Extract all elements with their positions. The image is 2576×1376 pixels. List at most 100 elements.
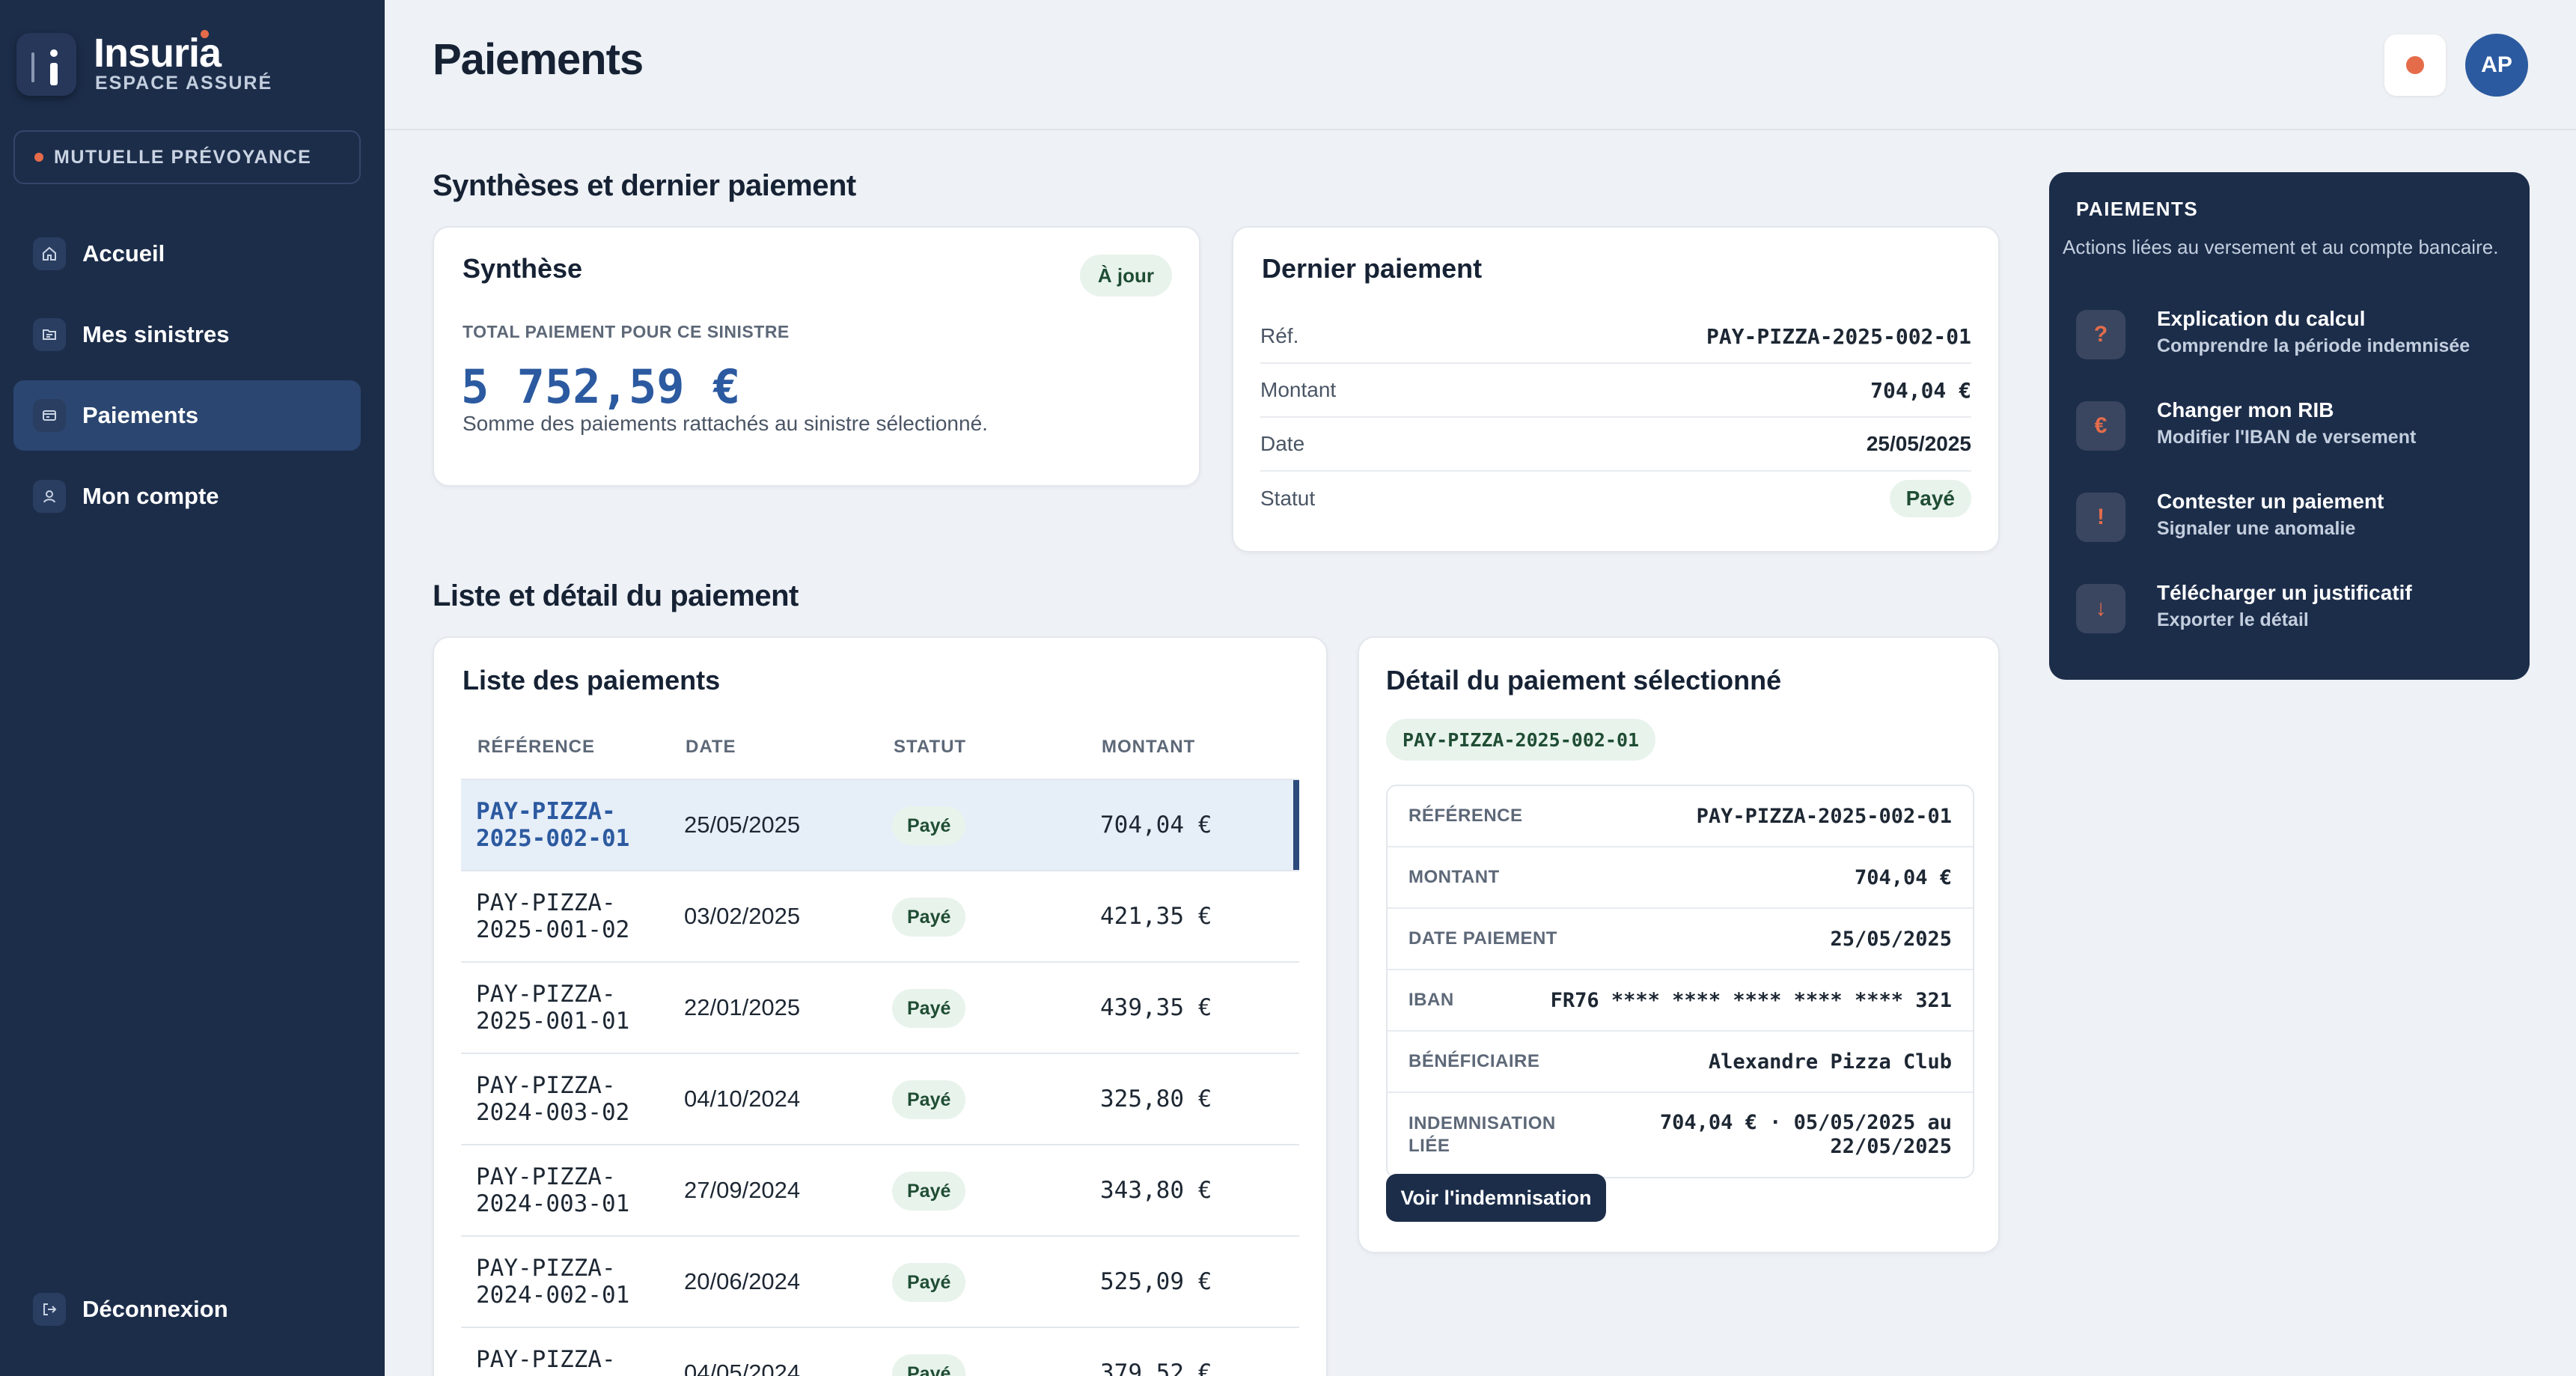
cell-amount: 525,09 € [1100, 1268, 1212, 1295]
row-label: RÉFÉRENCE [1408, 806, 1523, 826]
action-title: Explication du calcul [2157, 307, 2366, 330]
synthesis-total-label: TOTAL PAIEMENT POUR CE SINISTRE [463, 322, 790, 341]
sidebar: Insuria ESPACE ASSURÉ MUTUELLE PRÉVOYANC… [0, 0, 385, 1376]
status-badge: Payé [892, 898, 966, 937]
detail-row-beneficiary: BÉNÉFICIAIRE Alexandre Pizza Club [1388, 1032, 1973, 1093]
section-title-synthesis: Synthèses et dernier paiement [433, 169, 856, 202]
action-title: Télécharger un justificatif [2157, 581, 2412, 604]
last-payment-row-date: Date 25/05/2025 [1260, 418, 1971, 472]
detail-row-iban: IBAN FR76 **** **** **** **** **** 321 [1388, 970, 1973, 1032]
column-header-amount[interactable]: MONTANT [1102, 737, 1195, 758]
cell-date: 20/06/2024 [684, 1268, 801, 1294]
detail-row-linked-indemnity: INDEMNISATION LIÉE 704,04 € · 05/05/2025 … [1388, 1093, 1973, 1177]
avatar[interactable]: AP [2465, 34, 2528, 97]
sidebar-item-label: Paiements [82, 402, 199, 428]
row-label: Statut [1260, 487, 1316, 510]
action-subtitle: Modifier l'IBAN de versement [2157, 427, 2417, 448]
cell-reference: PAY-PIZZA- 2025-001-01 [476, 981, 630, 1035]
question-icon: ? [2076, 310, 2125, 359]
synthesis-card: Synthèse À jour TOTAL PAIEMENT POUR CE S… [433, 226, 1200, 487]
view-indemnity-button[interactable]: Voir l'indemnisation [1386, 1174, 1606, 1222]
row-label: Montant [1260, 378, 1337, 401]
euro-icon: € [2076, 401, 2125, 451]
payment-ref-badge: PAY-PIZZA-2025-002-01 [1386, 719, 1656, 761]
table-row[interactable]: PAY-PIZZA- 2024-003-01 27/09/2024 Payé 34… [461, 1144, 1299, 1235]
payment-detail-table: RÉFÉRENCE PAY-PIZZA-2025-002-01 MONTANT … [1386, 785, 1974, 1178]
app-root: Insuria ESPACE ASSURÉ MUTUELLE PRÉVOYANC… [0, 0, 2576, 1376]
row-label: BÉNÉFICIAIRE [1408, 1051, 1540, 1071]
sidebar-item-paiements[interactable]: Paiements [13, 380, 361, 451]
table-row[interactable]: PAY-PIZZA- 04/05/2024 Payé 379,52 € [461, 1327, 1299, 1376]
sidebar-item-accueil[interactable]: Accueil [13, 219, 361, 289]
logout-icon [33, 1293, 66, 1326]
action-change-rib[interactable]: € Changer mon RIB Modifier l'IBAN de ver… [2076, 392, 2510, 467]
sidebar-item-label: Mon compte [82, 483, 219, 509]
table-row[interactable]: PAY-PIZZA- 2024-003-02 04/10/2024 Payé 32… [461, 1053, 1299, 1144]
payments-list-card: Liste des paiements RÉFÉRENCE DATE STATU… [433, 636, 1328, 1376]
row-label: IBAN [1408, 990, 1454, 1010]
row-value: 25/05/2025 [1830, 927, 1952, 951]
payment-actions-panel: PAIEMENTS Actions liées au versement et … [2049, 172, 2530, 680]
home-icon [33, 237, 66, 270]
logout-button[interactable]: Déconnexion [13, 1274, 361, 1345]
column-header-status[interactable]: STATUT [894, 737, 966, 758]
tenant-status-dot [34, 153, 43, 162]
synthesis-total-amount: 5 752,59 € [461, 359, 741, 414]
notification-button[interactable] [2384, 34, 2446, 96]
action-title: Changer mon RIB [2157, 398, 2334, 421]
status-badge: Payé [892, 1172, 966, 1211]
row-label: DATE PAIEMENT [1408, 928, 1557, 949]
alert-icon: ! [2076, 493, 2125, 542]
sidebar-item-compte[interactable]: Mon compte [13, 461, 361, 532]
last-payment-row-status: Statut Payé [1260, 472, 1971, 526]
table-row[interactable]: PAY-PIZZA- 2025-001-02 03/02/2025 Payé 42… [461, 870, 1299, 961]
column-header-reference[interactable]: RÉFÉRENCE [477, 737, 595, 758]
logout-label: Déconnexion [82, 1296, 228, 1322]
cell-date: 22/01/2025 [684, 994, 801, 1020]
table-row[interactable]: PAY-PIZZA- 2024-002-01 20/06/2024 Payé 52… [461, 1235, 1299, 1327]
row-value: Alexandre Pizza Club [1708, 1050, 1952, 1074]
folder-icon [33, 318, 66, 351]
last-payment-row-amount: Montant 704,04 € [1260, 364, 1971, 418]
last-payment-title: Dernier paiement [1262, 253, 1483, 284]
action-download-proof[interactable]: ↓ Télécharger un justificatif Exporter l… [2076, 575, 2510, 650]
tenant-selector[interactable]: MUTUELLE PRÉVOYANCE [13, 130, 361, 184]
action-contest-payment[interactable]: ! Contester un paiement Signaler une ano… [2076, 484, 2510, 558]
status-badge: Payé [892, 1354, 966, 1376]
sidebar-item-label: Accueil [82, 240, 165, 267]
detail-row-amount: MONTANT 704,04 € [1388, 847, 1973, 909]
cell-amount: 439,35 € [1100, 994, 1212, 1021]
row-value: 25/05/2025 [1866, 432, 1971, 455]
action-calculation-explanation[interactable]: ? Explication du calcul Comprendre la pé… [2076, 301, 2510, 376]
cell-date: 04/05/2024 [684, 1360, 801, 1376]
cell-reference: PAY-PIZZA- 2025-002-01 [476, 798, 630, 852]
row-value: PAY-PIZZA-2025-002-01 [1706, 323, 1971, 349]
top-header: Paiements AP [385, 0, 2576, 130]
download-icon: ↓ [2076, 584, 2125, 633]
synthesis-note: Somme des paiements rattachés au sinistr… [463, 412, 988, 435]
cell-amount: 379,52 € [1100, 1360, 1212, 1376]
cell-reference: PAY-PIZZA- 2024-002-01 [476, 1255, 630, 1309]
section-title-list: Liste et détail du paiement [433, 579, 799, 612]
brand-logo[interactable] [16, 33, 76, 96]
cell-date: 03/02/2025 [684, 903, 801, 929]
cell-reference: PAY-PIZZA- [476, 1346, 616, 1373]
cell-reference: PAY-PIZZA- 2024-003-02 [476, 1072, 630, 1126]
synthesis-card-title: Synthèse [463, 253, 583, 284]
row-value: 704,04 € [1854, 865, 1952, 889]
user-icon [33, 480, 66, 513]
table-row[interactable]: PAY-PIZZA- 2025-001-01 22/01/2025 Payé 43… [461, 961, 1299, 1053]
sidebar-item-sinistres[interactable]: Mes sinistres [13, 299, 361, 370]
cell-reference: PAY-PIZZA- 2024-003-01 [476, 1163, 630, 1217]
cell-reference: PAY-PIZZA- 2025-001-02 [476, 889, 630, 943]
table-row[interactable]: PAY-PIZZA- 2025-002-01 25/05/2025 Payé 70… [461, 779, 1299, 870]
status-badge: À jour [1079, 255, 1172, 296]
detail-row-date: DATE PAIEMENT 25/05/2025 [1388, 909, 1973, 970]
cell-date: 27/09/2024 [684, 1177, 801, 1203]
cell-amount: 343,80 € [1100, 1177, 1212, 1204]
status-badge: Payé [892, 1080, 966, 1119]
notification-dot-icon [2406, 56, 2424, 74]
column-header-date[interactable]: DATE [686, 737, 736, 758]
payments-list-title: Liste des paiements [463, 665, 721, 695]
tenant-name: MUTUELLE PRÉVOYANCE [54, 146, 312, 168]
